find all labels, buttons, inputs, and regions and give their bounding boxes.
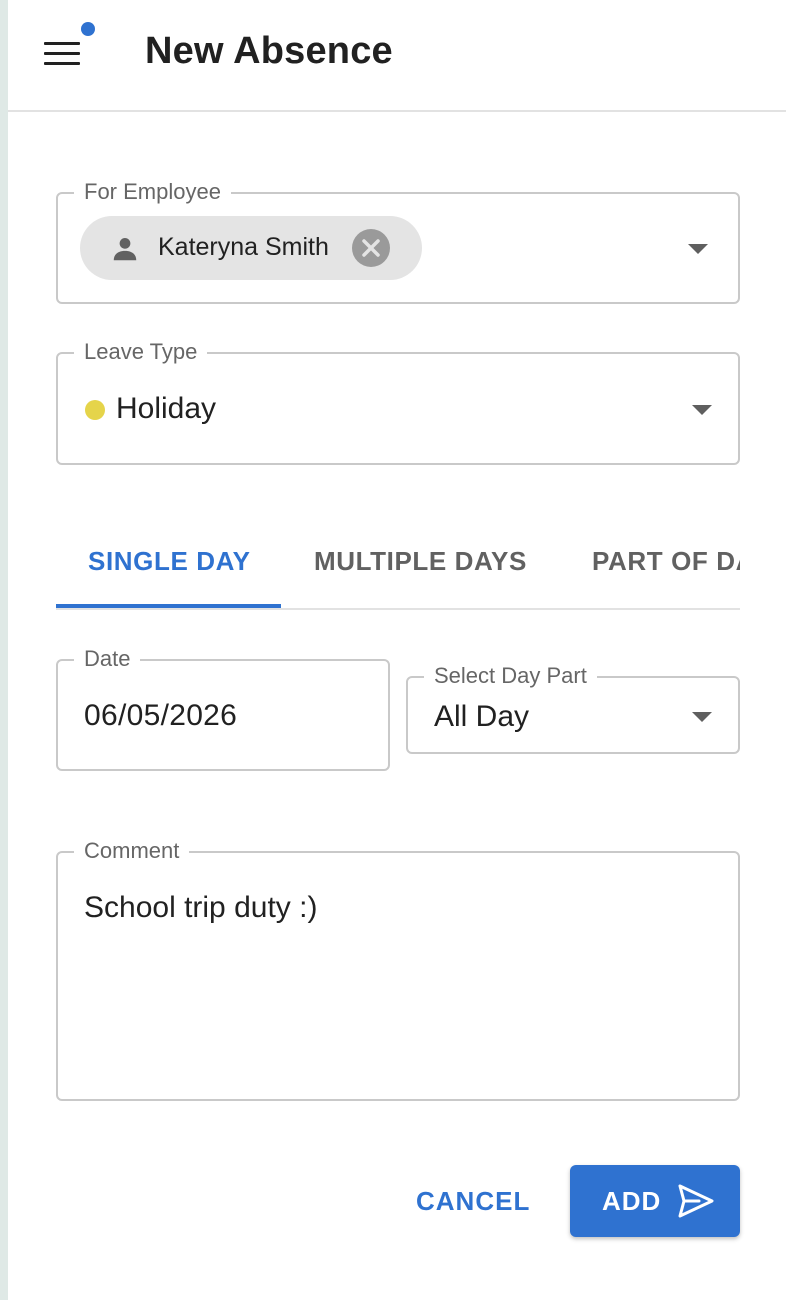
day-part-select[interactable]: Select Day Part All Day [406, 663, 740, 754]
chevron-down-icon[interactable] [692, 712, 712, 722]
cancel-button[interactable]: CANCEL [398, 1168, 544, 1236]
tab-multiple-days[interactable]: MULTIPLE DAYS [314, 546, 527, 577]
tab-single-day[interactable]: SINGLE DAY [88, 546, 251, 577]
menu-button[interactable] [44, 38, 84, 70]
clear-circle-icon[interactable] [352, 229, 390, 267]
notification-dot [81, 22, 95, 36]
duration-tabs: SINGLE DAY MULTIPLE DAYS PART OF DAY [56, 530, 740, 610]
day-part-value: All Day [434, 700, 530, 733]
comment-field-label: Comment [74, 838, 190, 864]
employee-chip[interactable]: Kateryna Smith [80, 216, 422, 280]
comment-textarea[interactable]: Comment School trip duty :) [56, 838, 740, 1101]
hamburger-menu-icon-bar [44, 42, 80, 45]
employee-field-label: For Employee [74, 179, 231, 205]
employee-name: Kateryna Smith [158, 233, 329, 261]
person-icon [113, 238, 137, 261]
active-tab-indicator [56, 604, 281, 608]
employee-select[interactable]: For Employee Kateryna Smith [56, 179, 740, 304]
date-value: 06/05/2026 [84, 699, 238, 732]
send-icon [678, 1184, 714, 1218]
hamburger-menu-icon-bar [44, 52, 80, 55]
app-header: New Absence [8, 0, 786, 112]
comment-value: School trip duty :) [84, 891, 318, 924]
add-button[interactable]: ADD [570, 1165, 740, 1237]
leave-type-color-dot [85, 400, 105, 420]
cancel-button-label: CANCEL [416, 1186, 531, 1216]
hamburger-menu-icon-bar [44, 62, 80, 65]
day-part-label: Select Day Part [424, 663, 597, 689]
date-field[interactable]: Date 06/05/2026 [56, 646, 390, 771]
tab-part-of-day[interactable]: PART OF DAY [592, 546, 740, 577]
chevron-down-icon[interactable] [688, 244, 708, 254]
date-field-label: Date [74, 646, 141, 672]
leave-type-select[interactable]: Leave Type Holiday [56, 339, 740, 465]
leave-type-value: Holiday [116, 392, 217, 425]
leave-type-label: Leave Type [74, 339, 208, 365]
add-button-label: ADD [602, 1186, 662, 1216]
chevron-down-icon[interactable] [692, 405, 712, 415]
page-title: New Absence [145, 30, 393, 72]
left-edge-strip [0, 0, 8, 1300]
